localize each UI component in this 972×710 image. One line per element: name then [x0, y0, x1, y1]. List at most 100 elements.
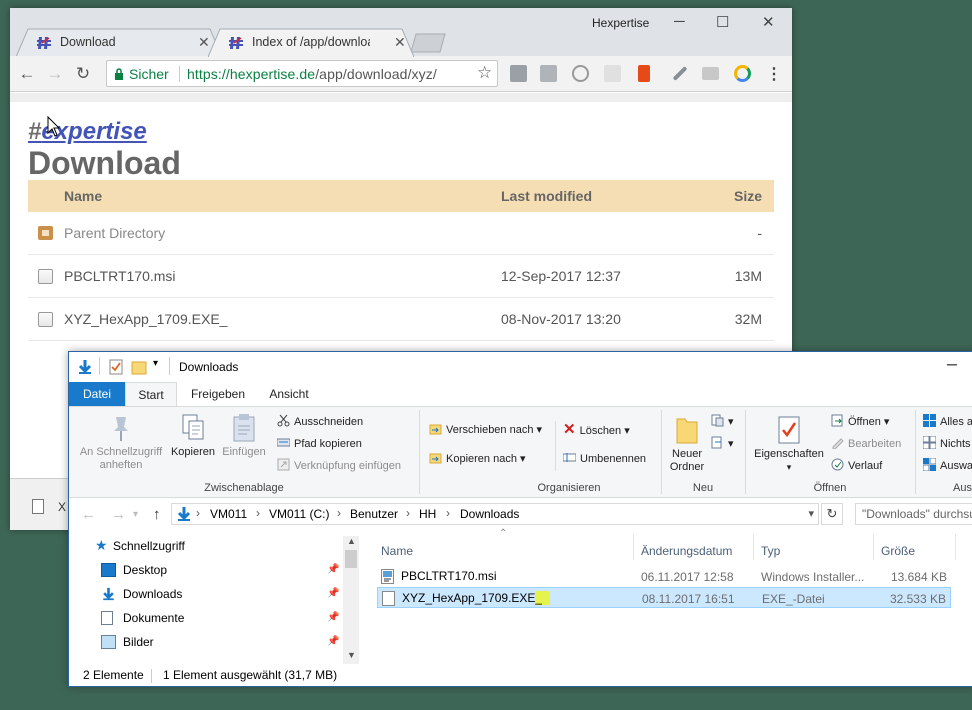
breadcrumb-separator-icon[interactable]: ›: [337, 506, 341, 520]
extension-puzzle-icon[interactable]: [540, 65, 557, 82]
column-divider[interactable]: [633, 534, 634, 560]
download-file-name[interactable]: X: [58, 500, 66, 514]
tab-index-of-xyz[interactable]: Index of /app/download/xyz/ ✕: [208, 28, 414, 57]
edit-button[interactable]: Bearbeiten: [831, 435, 901, 453]
breadcrumb-item[interactable]: Downloads: [460, 507, 519, 521]
minimize-icon[interactable]: ─: [947, 356, 957, 372]
copy-button[interactable]: Kopieren: [169, 413, 217, 459]
breadcrumb-item[interactable]: Benutzer: [350, 507, 398, 521]
new-tab-button[interactable]: [410, 33, 446, 53]
parent-directory-link[interactable]: Parent Directory: [64, 225, 165, 241]
copy-path-button[interactable]: Pfad kopieren: [277, 435, 362, 453]
pin-quick-access-button[interactable]: An Schnellzugriff anheften: [75, 413, 167, 472]
reload-icon[interactable]: ↻: [72, 63, 94, 85]
breadcrumb-item[interactable]: VM011: [210, 507, 247, 521]
column-name[interactable]: Name: [64, 188, 102, 204]
file-link[interactable]: PBCLTRT170.msi: [64, 268, 176, 284]
table-row[interactable]: PBCLTRT170.msi 06.11.2017 12:58 Windows …: [377, 566, 951, 587]
column-divider[interactable]: [873, 534, 874, 560]
properties-check-icon[interactable]: [109, 359, 123, 375]
column-divider[interactable]: [753, 534, 754, 560]
copy-to-icon: [429, 453, 442, 464]
new-folder-icon[interactable]: [131, 359, 147, 375]
delete-button[interactable]: ✕ Löschen ▾: [563, 421, 630, 439]
parent-directory-row[interactable]: Parent Directory -: [28, 212, 774, 255]
history-button[interactable]: Verlauf: [831, 457, 882, 475]
invert-selection-button[interactable]: Auswa: [923, 457, 972, 475]
breadcrumb-separator-icon[interactable]: ›: [256, 506, 260, 520]
pinned-icon: 📌: [327, 636, 340, 647]
customize-toolbar-chevron-icon[interactable]: ▾: [153, 358, 158, 369]
copy-to-button[interactable]: Kopieren nach ▾: [429, 450, 526, 468]
forward-arrow-icon[interactable]: →: [44, 63, 66, 85]
back-arrow-icon[interactable]: ←: [16, 63, 38, 85]
minimize-icon[interactable]: ─: [674, 13, 685, 30]
move-to-button[interactable]: Verschieben nach ▾: [429, 421, 542, 439]
desktop-icon: [101, 563, 116, 577]
nav-scrollbar[interactable]: ▲ ▼: [343, 536, 359, 664]
tab-share[interactable]: Freigeben: [181, 382, 255, 406]
recent-locations-chevron-icon[interactable]: ▾: [133, 509, 138, 520]
profile-name[interactable]: Hexpertise: [592, 16, 649, 30]
column-type[interactable]: Typ: [761, 544, 780, 558]
path-dropdown-chevron-icon[interactable]: ▾: [808, 507, 814, 520]
clipboard-icon: [233, 414, 255, 442]
scroll-up-icon[interactable]: ▲: [347, 536, 356, 546]
tab-file[interactable]: Datei: [69, 382, 125, 406]
column-size[interactable]: Size: [734, 188, 762, 204]
path-breadcrumb[interactable]: › VM011 › VM011 (C:) › Benutzer › HH › D…: [171, 503, 819, 525]
select-none-button[interactable]: Nichts: [923, 435, 971, 453]
extension-circle-icon[interactable]: [734, 65, 751, 82]
open-button[interactable]: Öffnen ▾: [831, 413, 889, 431]
column-date[interactable]: Änderungsdatum: [641, 544, 732, 558]
breadcrumb-separator-icon[interactable]: ›: [446, 506, 450, 520]
extension-recycle-icon[interactable]: [572, 65, 589, 82]
table-row[interactable]: PBCLTRT170.msi 12-Sep-2017 12:37 13M: [28, 255, 774, 298]
new-item-button[interactable]: ▾: [711, 413, 734, 431]
tab-start[interactable]: Start: [125, 382, 177, 407]
rename-button[interactable]: Umbenennen: [563, 450, 646, 468]
breadcrumb-separator-icon[interactable]: ›: [196, 506, 200, 520]
address-bar[interactable]: Sicher https://hexpertise.de/app/downloa…: [106, 60, 498, 87]
breadcrumb-separator-icon[interactable]: ›: [406, 506, 410, 520]
cut-button[interactable]: Ausschneiden: [277, 413, 363, 431]
table-row[interactable]: XYZ_HexApp_1709.EXE_ 08-Nov-2017 13:20 3…: [28, 298, 774, 341]
hexpertise-logo[interactable]: #expertise: [28, 118, 147, 146]
table-row-selected[interactable]: XYZ_HexApp_1709.EXE_ 08.11.2017 16:51 EX…: [377, 587, 951, 608]
maximize-icon[interactable]: ☐: [716, 13, 729, 31]
close-window-icon[interactable]: ✕: [762, 13, 775, 31]
highlight-padding: [542, 591, 551, 605]
easy-access-button[interactable]: ▾: [711, 435, 734, 453]
up-arrow-icon[interactable]: ↑: [153, 506, 161, 523]
browser-menu-icon[interactable]: ⋮: [766, 64, 782, 84]
new-folder-button[interactable]: Neuer Ordner: [667, 415, 707, 474]
breadcrumb-item[interactable]: VM011 (C:): [269, 507, 329, 521]
scroll-down-icon[interactable]: ▼: [347, 650, 356, 660]
forward-arrow-icon[interactable]: →: [111, 506, 126, 523]
tab-download[interactable]: Download ✕: [16, 28, 222, 57]
column-divider[interactable]: [955, 534, 956, 560]
down-arrow-icon[interactable]: [77, 359, 93, 375]
select-all-button[interactable]: Alles a: [923, 413, 972, 431]
eyedropper-icon[interactable]: [672, 66, 688, 81]
tab-view[interactable]: Ansicht: [261, 382, 317, 406]
refresh-button[interactable]: ↻: [821, 503, 843, 525]
office-icon[interactable]: [638, 65, 650, 82]
back-arrow-icon[interactable]: ←: [81, 506, 96, 523]
bookmark-star-icon[interactable]: ☆: [477, 63, 492, 83]
paste-button[interactable]: Einfügen: [219, 413, 269, 459]
url-path: /app/download/xyz/: [315, 66, 437, 82]
close-tab-icon[interactable]: ✕: [394, 34, 406, 51]
column-name[interactable]: Name: [381, 544, 413, 558]
column-size[interactable]: Größe: [881, 544, 915, 558]
column-last-modified[interactable]: Last modified: [501, 188, 592, 204]
paste-shortcut-button[interactable]: Verknüpfung einfügen: [277, 457, 401, 475]
scrollbar-thumb[interactable]: [345, 550, 357, 568]
search-input[interactable]: "Downloads" durchsuchen: [855, 503, 972, 525]
breadcrumb-item[interactable]: HH: [419, 507, 436, 521]
extension-s-icon[interactable]: [510, 65, 527, 82]
camera-icon[interactable]: [702, 67, 719, 80]
properties-button[interactable]: Eigenschaften ▾: [749, 415, 829, 474]
file-link[interactable]: XYZ_HexApp_1709.EXE_: [64, 311, 227, 327]
extension-gray-icon[interactable]: [604, 65, 621, 82]
